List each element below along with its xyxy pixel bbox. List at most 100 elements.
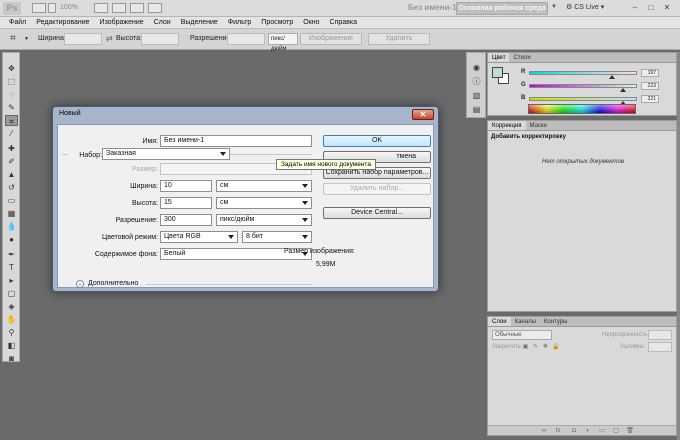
tab-color[interactable]: Цвет <box>488 53 510 62</box>
clear-button[interactable]: Удалить <box>368 33 430 45</box>
close-icon[interactable]: ✕ <box>662 3 672 13</box>
new-layer-icon[interactable]: ▢ <box>612 427 620 435</box>
menu-edit[interactable]: Редактирование <box>31 17 94 28</box>
eraser-tool-icon[interactable]: ▭ <box>5 195 18 206</box>
link-layers-icon[interactable]: ∞ <box>540 427 548 435</box>
red-slider[interactable] <box>529 71 637 75</box>
lock-all-icon[interactable]: 🔒 <box>552 343 559 351</box>
blur-tool-icon[interactable]: 💧 <box>5 221 18 232</box>
blue-value-input[interactable]: 221 <box>641 95 659 103</box>
minimize-icon[interactable]: – <box>630 3 640 13</box>
lock-transparency-icon[interactable]: ▣ <box>522 343 529 351</box>
red-value-input[interactable]: 197 <box>641 69 659 77</box>
zoom-level[interactable]: 100% <box>60 3 90 13</box>
zoom-tool-icon[interactable] <box>112 3 126 13</box>
ok-button[interactable]: OK <box>323 135 431 147</box>
tab-masks[interactable]: Маски <box>526 121 551 130</box>
history-brush-tool-icon[interactable]: ↺ <box>5 182 18 193</box>
crop-tool-icon[interactable]: ⌗ <box>10 33 24 46</box>
blend-mode-select[interactable]: Обычные <box>492 330 552 340</box>
resolution-unit-select[interactable]: пикс/дюйм <box>216 214 312 226</box>
tab-channels[interactable]: Каналы <box>511 317 540 326</box>
preset-select[interactable]: Заказная <box>102 148 230 160</box>
tab-adjustments[interactable]: Коррекция <box>488 121 526 130</box>
brush-tool-icon[interactable]: ✐ <box>5 156 18 167</box>
palette-icon[interactable]: ◉ <box>471 63 482 73</box>
quick-mask-icon[interactable]: ◙ <box>5 353 18 364</box>
bridge-icon[interactable] <box>32 3 46 13</box>
menu-select[interactable]: Выделение <box>176 17 223 28</box>
adjustment-layer-icon[interactable]: ◐ <box>584 427 592 435</box>
name-input[interactable]: Без имени-1 <box>160 135 312 147</box>
advanced-label[interactable]: Дополнительно <box>88 280 138 287</box>
tab-layers[interactable]: Слои <box>488 317 511 326</box>
cs-live-button[interactable]: ⚙ CS Live ▾ <box>566 3 604 11</box>
menu-image[interactable]: Изображение <box>95 17 149 28</box>
height-unit-select[interactable]: см <box>216 197 312 209</box>
menu-help[interactable]: Справка <box>325 17 362 28</box>
3d-rotate-tool-icon[interactable]: ◈ <box>5 301 18 312</box>
layer-style-icon[interactable]: fx <box>554 427 562 435</box>
foreground-color-swatch[interactable] <box>492 67 503 78</box>
dialog-titlebar[interactable]: Новый ✕ <box>53 107 438 121</box>
history-icon[interactable]: ▤ <box>471 105 482 115</box>
width-input[interactable] <box>64 33 102 45</box>
move-tool-icon[interactable]: ✥ <box>5 63 18 74</box>
eyedropper-tool-icon[interactable]: ⁄ <box>5 128 18 139</box>
height-input[interactable] <box>141 33 179 45</box>
unit-select[interactable]: пикс/дюйм <box>268 33 298 52</box>
hand-tool-icon[interactable]: ✋ <box>5 314 18 325</box>
width-input[interactable]: 10 <box>160 180 212 192</box>
info-icon[interactable]: ⓘ <box>471 77 482 87</box>
width-unit-select[interactable]: см <box>216 180 312 192</box>
gradient-tool-icon[interactable]: ▦ <box>5 208 18 219</box>
color-spectrum-ramp[interactable] <box>528 104 636 114</box>
pen-tool-icon[interactable]: ✒ <box>5 249 18 260</box>
workspace-menu-icon[interactable]: ▼ <box>551 4 557 10</box>
clone-stamp-tool-icon[interactable]: ▲ <box>5 169 18 180</box>
menu-window[interactable]: Окно <box>298 17 324 28</box>
tab-paths[interactable]: Контуры <box>540 317 572 326</box>
brush-presets-icon[interactable]: ▧ <box>471 91 482 101</box>
device-central-button[interactable]: Device Central... <box>323 207 431 219</box>
opacity-input[interactable] <box>648 330 672 340</box>
lock-position-icon[interactable]: ✥ <box>542 343 549 351</box>
zoom-tool-icon[interactable]: ⚲ <box>5 327 18 338</box>
type-tool-icon[interactable]: T <box>5 262 18 273</box>
tab-styles[interactable]: Стили <box>509 53 534 62</box>
color-mode-select[interactable]: Цвета RGB <box>160 231 238 243</box>
green-value-input[interactable]: 223 <box>641 82 659 90</box>
dialog-close-button[interactable]: ✕ <box>412 109 434 120</box>
swap-icon[interactable]: ⇄ <box>106 34 113 43</box>
marquee-tool-icon[interactable]: ⬚ <box>5 76 18 87</box>
minibridge-icon[interactable] <box>48 3 56 13</box>
red-slider-thumb[interactable] <box>609 75 616 79</box>
menu-filter[interactable]: Фильтр <box>223 17 257 28</box>
menu-file[interactable]: Файл <box>4 17 31 28</box>
arrange-documents-icon[interactable] <box>130 3 144 13</box>
workspace-button[interactable]: Основная рабочая среда <box>456 2 548 15</box>
lasso-tool-icon[interactable]: ◌ <box>5 89 18 100</box>
crop-tool-icon[interactable]: ⌗ <box>5 115 18 126</box>
shape-tool-icon[interactable]: ▢ <box>5 288 18 299</box>
lock-pixels-icon[interactable]: ✎ <box>532 343 539 351</box>
advanced-expand-icon[interactable]: ⌄ <box>76 280 84 288</box>
color-swatches-icon[interactable]: ◧ <box>5 340 18 351</box>
quick-select-tool-icon[interactable]: ✎ <box>5 102 18 113</box>
path-select-tool-icon[interactable]: ▸ <box>5 275 18 286</box>
hand-tool-icon[interactable] <box>94 3 108 13</box>
screen-mode-icon[interactable] <box>148 3 162 13</box>
layer-mask-icon[interactable]: ◘ <box>570 427 578 435</box>
new-group-icon[interactable]: ▭ <box>598 427 606 435</box>
green-slider-thumb[interactable] <box>619 88 626 92</box>
bit-depth-select[interactable]: 8 бит <box>242 231 312 243</box>
maximize-icon[interactable]: □ <box>646 3 656 13</box>
tool-preset-arrow-icon[interactable]: ▼ <box>24 36 29 42</box>
delete-layer-icon[interactable]: 🗑 <box>626 427 634 435</box>
dodge-tool-icon[interactable]: ● <box>5 234 18 245</box>
menu-layers[interactable]: Слои <box>149 17 176 28</box>
resolution-input[interactable] <box>227 33 265 45</box>
height-input[interactable]: 15 <box>160 197 212 209</box>
fill-input[interactable] <box>648 342 672 352</box>
front-image-button[interactable]: Изображение <box>300 33 362 45</box>
